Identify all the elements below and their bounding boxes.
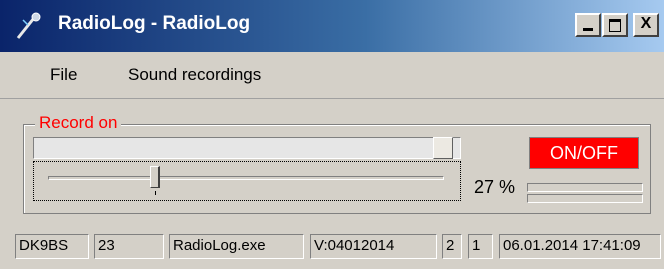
volume-slider-tick [154,191,156,195]
volume-slider-thumb[interactable] [149,166,160,188]
volume-slider-track [48,176,444,180]
on-off-button[interactable]: ON/OFF [529,137,639,169]
close-icon: X [640,15,652,32]
record-level-thumb[interactable] [432,137,453,159]
status-callsign: DK9BS [15,234,89,259]
window-title: RadioLog - RadioLog [58,13,251,34]
radiolog-window: RadioLog - RadioLog X File Sound recordi… [0,0,664,269]
status-datetime: 06.01.2014 17:41:09 [499,234,661,259]
vu-meter-left [527,183,643,192]
status-number: 23 [94,234,164,259]
status-field-a: 2 [442,234,462,259]
menu-file[interactable]: File [50,65,77,85]
maximize-button[interactable] [602,13,628,37]
record-level-bar[interactable] [33,137,461,159]
vu-meter-right [527,194,643,203]
record-group-label: Record on [35,113,122,133]
volume-percent: 27 % [474,177,516,197]
status-version: V:04012014 [310,234,437,259]
status-field-b: 1 [468,234,493,259]
volume-slider[interactable] [33,161,461,201]
maximize-icon [609,19,621,32]
minimize-icon [583,28,593,31]
microphone-icon [16,12,41,39]
minimize-button[interactable] [575,13,601,37]
close-button[interactable]: X [633,13,659,37]
menu-sound-recordings[interactable]: Sound recordings [128,65,261,85]
title-bar[interactable]: RadioLog - RadioLog X [0,0,664,52]
menu-bar: File Sound recordings [0,52,664,99]
status-exe: RadioLog.exe [169,234,304,259]
